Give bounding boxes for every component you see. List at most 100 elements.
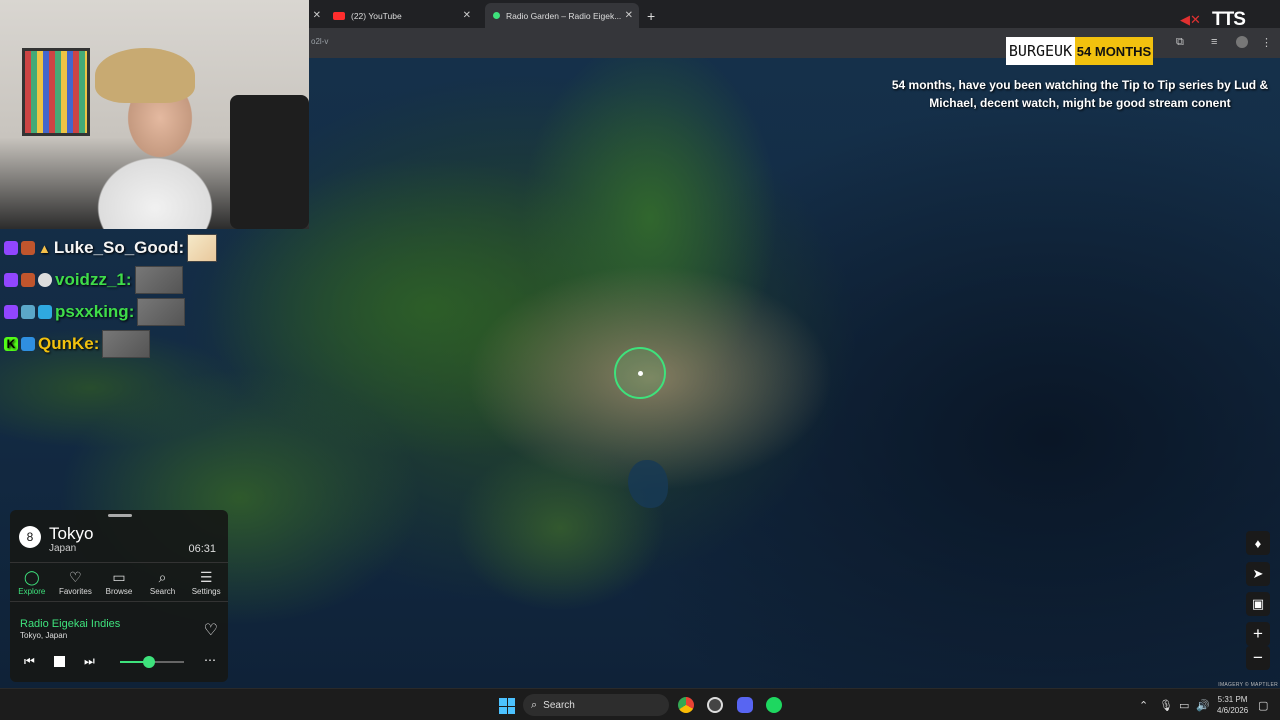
subscriber-name: BURGEUK [1006, 37, 1075, 65]
tab-radio-garden[interactable]: Radio Garden – Radio Eigek... ✕ [485, 3, 639, 28]
close-icon[interactable]: ✕ [625, 10, 633, 21]
cast-icon[interactable]: ⧉ [1176, 36, 1184, 49]
chat-message: K QunKe: [4, 328, 217, 360]
tab-youtube[interactable]: (22) YouTube ✕ [327, 3, 477, 28]
chat-username: psxxking: [55, 302, 135, 321]
clock-time: 5:31 PM [1217, 695, 1248, 704]
tab-search-icon[interactable]: ≡ [1211, 36, 1217, 48]
subscription-months: 54 MONTHS [1075, 37, 1153, 65]
browser-tab-bar: ✕ (22) YouTube ✕ Radio Garden – Radio Ei… [309, 0, 1280, 28]
network-icon[interactable]: ▭ [1179, 699, 1189, 712]
subscriber-badge-icon [21, 273, 35, 287]
nav-browse[interactable]: ▭ Browse [97, 569, 140, 601]
hand-badge-icon: ▲ [38, 240, 51, 256]
chat-message: ▲ Luke_So_Good: [4, 232, 218, 264]
menu-icon: ☰ [199, 569, 213, 585]
streamer-hair [95, 48, 195, 103]
map-icon: ▭ [112, 569, 126, 585]
subscriber-badge-icon [21, 241, 35, 255]
station-name[interactable]: Radio Eigekai Indies [20, 618, 120, 630]
cube-badge-icon [21, 337, 35, 351]
new-tab-button[interactable]: + [647, 3, 655, 28]
webcam-overlay [0, 0, 309, 229]
station-location-marker[interactable] [614, 347, 666, 399]
twitch-badge-icon [4, 241, 18, 255]
taskbar-search-label: Search [543, 699, 575, 711]
taskbar-search[interactable]: ⌕ Search [523, 694, 669, 716]
radio-nav-bar: ◯ Explore ♡ Favorites ▭ Browse ⌕ Search … [10, 562, 228, 602]
volume-knob[interactable] [142, 656, 155, 668]
kick-badge-icon: K [4, 337, 18, 351]
random-station-icon[interactable]: ♦ [1246, 531, 1270, 555]
muted-speaker-icon: ◀✕ [1180, 12, 1201, 27]
locate-me-icon[interactable]: ➤ [1246, 562, 1270, 586]
city-name[interactable]: Tokyo [49, 524, 93, 544]
station-count-badge: 8 [19, 526, 41, 548]
chat-username: Luke_So_Good: [53, 238, 185, 257]
youtube-icon [333, 11, 345, 20]
chrome-icon[interactable] [678, 697, 694, 713]
tokyo-bay [628, 460, 668, 508]
chat-message: voidzz_1: [4, 264, 217, 296]
tts-label: TTS [1212, 9, 1246, 30]
microphone-icon[interactable]: 🎙 [1159, 699, 1173, 712]
zoom-in-icon[interactable]: + [1246, 622, 1270, 646]
explore-icon: ◯ [23, 569, 40, 585]
more-options-icon[interactable]: ⋯ [204, 653, 216, 667]
obs-icon[interactable] [707, 697, 723, 713]
search-icon: ⌕ [531, 698, 538, 711]
system-clock[interactable]: 5:31 PM 4/6/2026 [1217, 694, 1248, 716]
nav-settings[interactable]: ☰ Settings [185, 569, 228, 601]
heart-icon: ♡ [69, 569, 82, 585]
nav-label: Favorites [58, 587, 92, 596]
volume-icon[interactable]: 🔊 [1196, 699, 1210, 712]
local-time: 06:31 [188, 543, 216, 555]
panel-drag-handle[interactable] [108, 514, 132, 517]
chevron-up-icon[interactable]: ⌃ [1139, 699, 1148, 712]
emoji-badge-icon [38, 273, 52, 287]
radio-garden-icon [493, 12, 500, 19]
notifications-icon[interactable]: ▢ [1258, 699, 1268, 712]
stop-icon[interactable] [54, 656, 65, 667]
country-name: Japan [49, 543, 77, 554]
chat-emote [187, 234, 218, 262]
screen: ✕ (22) YouTube ✕ Radio Garden – Radio Ei… [0, 0, 1280, 720]
tab-label: Radio Garden – Radio Eigek... [506, 10, 622, 21]
nav-search[interactable]: ⌕ Search [141, 569, 184, 601]
browser-menu-icon[interactable]: ⋮ [1261, 36, 1272, 49]
windows-taskbar: ⌕ Search ⌃ 🎙 ▭ 🔊 5:31 PM 4/6/2026 ▢ [0, 688, 1280, 720]
nav-label: Explore [18, 587, 46, 596]
tab-first[interactable]: ✕ [309, 3, 323, 28]
lock-icon[interactable]: ▣ [1246, 592, 1270, 616]
chat-emote [137, 298, 186, 326]
nav-label: Settings [191, 587, 221, 596]
profile-avatar[interactable] [1236, 36, 1248, 48]
next-icon[interactable]: ⏭ [84, 654, 95, 669]
zoom-out-icon[interactable]: − [1246, 646, 1270, 670]
windows-start-icon[interactable] [499, 698, 515, 714]
twitch-badge-icon [4, 305, 18, 319]
volume-slider[interactable] [120, 656, 184, 668]
nav-explore[interactable]: ◯ Explore [10, 569, 53, 601]
spotify-icon[interactable] [766, 697, 782, 713]
chat-message: psxxking: [4, 296, 217, 328]
crown-badge-icon [38, 305, 52, 319]
chat-emote [102, 330, 151, 358]
chat-username: voidzz_1: [55, 270, 132, 289]
nav-favorites[interactable]: ♡ Favorites [54, 569, 97, 601]
search-icon: ⌕ [158, 569, 167, 585]
chat-emote [134, 266, 183, 294]
discord-icon[interactable] [737, 697, 753, 713]
previous-icon[interactable]: ⏮ [24, 654, 35, 669]
favorite-heart-icon[interactable]: ♡ [204, 620, 218, 640]
nav-label: Browse [105, 587, 133, 596]
nav-label: Search [149, 587, 176, 596]
close-icon[interactable]: ✕ [313, 10, 321, 21]
tab-label: (22) YouTube [351, 10, 402, 21]
gaming-chair [230, 95, 309, 229]
marker-dot [638, 371, 643, 376]
url-text: o2l-v [311, 37, 329, 46]
twitch-badge-icon [4, 273, 18, 287]
close-icon[interactable]: ✕ [463, 10, 471, 21]
subscriber-badge-icon [21, 305, 35, 319]
